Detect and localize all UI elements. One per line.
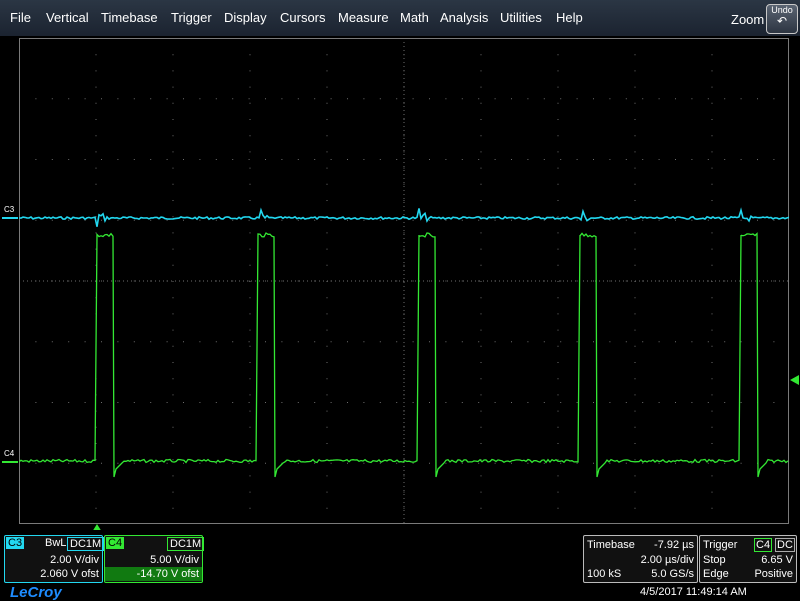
timebase-samples: 100 kS	[587, 568, 622, 580]
trigger-slope: Positive	[754, 568, 793, 580]
menu-measure[interactable]: Measure	[338, 10, 389, 25]
c3-coupling: DC1M	[67, 537, 105, 551]
c4-trace-label: C4	[4, 449, 15, 458]
timebase-rate: 5.0 GS/s	[651, 568, 694, 580]
trigger-label: Trigger	[703, 539, 738, 551]
c4-ground-marker[interactable]	[0, 458, 19, 466]
undo-button[interactable]: Undo ↶	[766, 4, 798, 34]
menu-trigger[interactable]: Trigger	[171, 10, 212, 25]
timebase-row-1: Timebase -7.92 µs	[584, 538, 697, 552]
c3-trace-label: C3	[4, 205, 15, 214]
trigger-row-2: Stop 6.65 V	[700, 553, 796, 567]
timestamp: 4/5/2017 11:49:14 AM	[640, 586, 747, 598]
trigger-level: 6.65 V	[761, 554, 793, 566]
menu-analysis[interactable]: Analysis	[440, 10, 488, 25]
c3-offset: 2.060 V ofst	[40, 568, 99, 580]
menu-cursors[interactable]: Cursors	[280, 10, 326, 25]
undo-icon: ↶	[776, 14, 788, 28]
trigger-source: C4	[754, 538, 773, 552]
grid-lines	[19, 38, 789, 524]
waveform-grid[interactable]	[19, 38, 789, 524]
menu-utilities[interactable]: Utilities	[500, 10, 542, 25]
c4-channel-box[interactable]: C4 DC1M 5.00 V/div -14.70 V ofst	[104, 535, 205, 583]
trigger-mode: Stop	[703, 554, 726, 566]
c4-offset: -14.70 V ofst	[105, 567, 202, 581]
timebase-delay: -7.92 µs	[654, 539, 694, 551]
timebase-row-3: 100 kS 5.0 GS/s	[584, 567, 697, 581]
c4-channel-name: C4	[106, 537, 125, 549]
timebase-box[interactable]: Timebase -7.92 µs 2.00 µs/div 100 kS 5.0…	[583, 535, 698, 583]
menu-vertical[interactable]: Vertical	[46, 10, 89, 25]
c3-bwl: BwL	[45, 537, 67, 549]
trigger-level-marker[interactable]	[790, 375, 799, 385]
menu-timebase[interactable]: Timebase	[101, 10, 158, 25]
c3-ground-marker[interactable]	[0, 214, 19, 222]
menu-display[interactable]: Display	[224, 10, 267, 25]
c3-channel-name: C3	[6, 537, 25, 549]
menu-math[interactable]: Math	[400, 10, 429, 25]
c4-vdiv: 5.00 V/div	[150, 554, 199, 566]
c4-coupling: DC1M	[167, 537, 205, 551]
menu-help[interactable]: Help	[556, 10, 583, 25]
trigger-coupling: DC	[775, 538, 795, 552]
timebase-tdiv: 2.00 µs/div	[640, 554, 694, 566]
trigger-box[interactable]: Trigger C4 DC Stop 6.65 V Edge Positive	[699, 535, 797, 583]
timebase-label: Timebase	[587, 539, 635, 551]
c3-waveform	[19, 207, 789, 227]
lecroy-logo: LeCroy	[10, 584, 62, 601]
trigger-row-1: Trigger C4 DC	[700, 538, 796, 552]
menu-bar: File Vertical Timebase Trigger Display C…	[0, 0, 800, 36]
trigger-row-3: Edge Positive	[700, 567, 796, 581]
c3-vdiv: 2.00 V/div	[50, 554, 99, 566]
trigger-type: Edge	[703, 568, 729, 580]
menu-file[interactable]: File	[10, 10, 31, 25]
c4-waveform	[19, 232, 789, 478]
c3-channel-box[interactable]: C3 BwL DC1M 2.00 V/div 2.060 V ofst	[4, 535, 105, 583]
zoom-button[interactable]: Zoom	[731, 12, 764, 27]
